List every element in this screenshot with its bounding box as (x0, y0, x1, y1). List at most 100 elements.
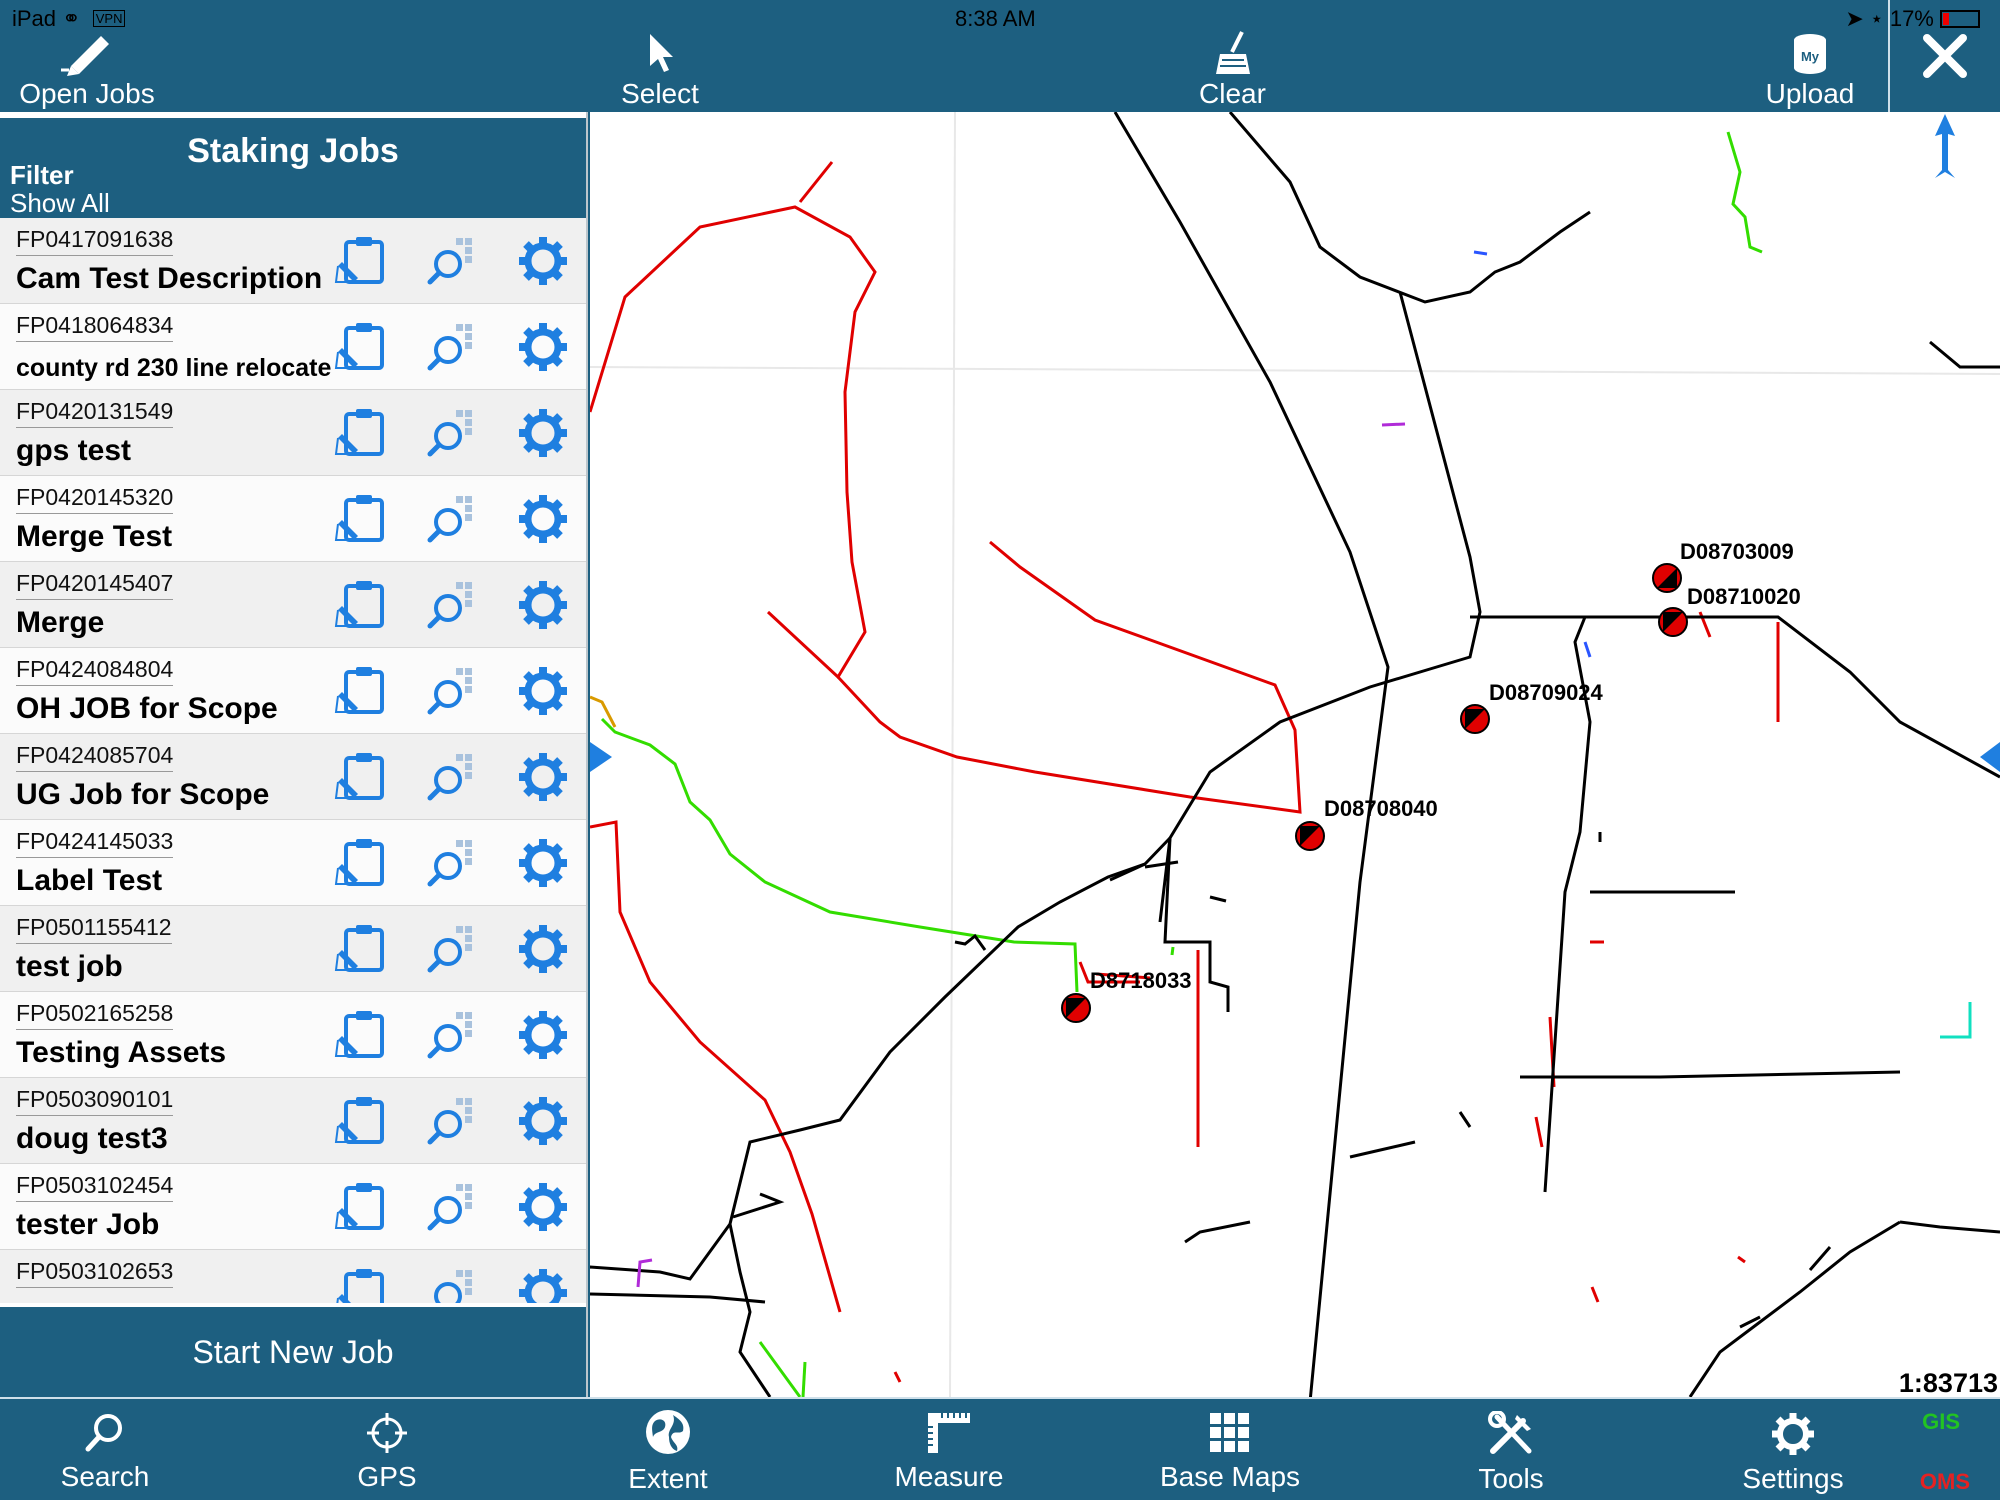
job-settings-icon[interactable] (516, 234, 570, 288)
start-new-job-button[interactable]: Start New Job (0, 1307, 586, 1397)
tools-tab[interactable]: Tools (1411, 1411, 1611, 1495)
zoom-to-job-icon[interactable] (426, 320, 480, 374)
zoom-to-job-icon[interactable] (426, 1180, 480, 1234)
map-view[interactable]: D08703009 D08710020 D08709024 D08708040 … (590, 112, 2000, 1397)
pole-marker[interactable] (1460, 704, 1490, 734)
crosshair-icon (367, 1413, 407, 1453)
staking-jobs-panel: Staking Jobs Filter Show All FP041709163… (0, 112, 588, 1397)
zoom-to-job-icon[interactable] (426, 1094, 480, 1148)
job-settings-icon[interactable] (516, 1008, 570, 1062)
vpn-badge: VPN (92, 10, 126, 27)
edit-job-icon[interactable] (334, 1008, 388, 1062)
edit-job-icon[interactable] (334, 1180, 388, 1234)
zoom-to-job-icon[interactable] (426, 1266, 480, 1303)
edit-job-icon[interactable] (334, 406, 388, 460)
job-row[interactable]: FP0417091638 Cam Test Description (0, 218, 586, 304)
oms-indicator: OMS (1919, 1469, 1970, 1494)
job-settings-icon[interactable] (516, 492, 570, 546)
job-name: UG Job for Scope (16, 778, 270, 811)
job-settings-icon[interactable] (516, 750, 570, 804)
job-settings-icon[interactable] (516, 320, 570, 374)
filter-value[interactable]: Show All (10, 188, 110, 219)
zoom-to-job-icon[interactable] (426, 234, 480, 288)
edit-job-icon[interactable] (334, 578, 388, 632)
clear-button[interactable]: Clear (1175, 30, 1290, 110)
job-settings-icon[interactable] (516, 578, 570, 632)
edit-job-icon[interactable] (334, 234, 388, 288)
pole-label: D8718033 (1090, 968, 1192, 993)
settings-tab[interactable]: Settings (1693, 1411, 1893, 1495)
job-settings-icon[interactable] (516, 406, 570, 460)
cursor-arrow-icon (650, 34, 673, 72)
zoom-to-job-icon[interactable] (426, 1008, 480, 1062)
grid-icon (1210, 1413, 1249, 1452)
zoom-to-job-icon[interactable] (426, 492, 480, 546)
upload-button[interactable]: My Upload (1755, 30, 1865, 110)
top-toolbar: iPad ⚭ VPN 8:38 AM ➤ ⋆ 17% Open Jobs Sel… (0, 0, 2000, 112)
edit-job-icon[interactable] (334, 922, 388, 976)
base-maps-tab[interactable]: Base Maps (1130, 1411, 1330, 1493)
pole-markers[interactable] (1061, 563, 1688, 1023)
edit-job-icon[interactable] (334, 320, 388, 374)
zoom-to-job-icon[interactable] (426, 664, 480, 718)
edit-job-icon[interactable] (334, 1266, 388, 1303)
bluetooth-icon: ⋆ (1869, 6, 1884, 31)
job-settings-icon[interactable] (516, 1180, 570, 1234)
gps-tab[interactable]: GPS (287, 1411, 487, 1493)
zoom-to-job-icon[interactable] (426, 578, 480, 632)
job-id: FP0420145407 (16, 570, 174, 600)
job-row[interactable]: FP0502165258 Testing Assets (0, 992, 586, 1078)
close-button[interactable] (1888, 0, 2000, 112)
job-id: FP0503102653 (16, 1258, 174, 1288)
job-settings-icon[interactable] (516, 922, 570, 976)
pole-marker[interactable] (1295, 821, 1325, 851)
clear-label: Clear (1199, 78, 1266, 109)
gps-label: GPS (357, 1461, 417, 1492)
open-jobs-button[interactable]: Open Jobs (12, 30, 162, 110)
job-settings-icon[interactable] (516, 1266, 570, 1303)
pole-marker[interactable] (1658, 607, 1688, 637)
pole-marker[interactable] (1652, 563, 1682, 593)
status-time: 8:38 AM (955, 6, 1036, 31)
zoom-to-job-icon[interactable] (426, 750, 480, 804)
collapse-left-icon[interactable] (590, 742, 612, 772)
globe-icon (646, 1410, 690, 1454)
job-row[interactable]: FP0503102653 (0, 1250, 586, 1303)
device-label: iPad (12, 6, 57, 31)
job-row[interactable]: FP0420145320 Merge Test (0, 476, 586, 562)
job-row[interactable]: FP0424145033 Label Test (0, 820, 586, 906)
select-button[interactable]: Select (600, 30, 720, 110)
zoom-to-job-icon[interactable] (426, 922, 480, 976)
edit-job-icon[interactable] (334, 664, 388, 718)
job-settings-icon[interactable] (516, 1094, 570, 1148)
map-canvas[interactable]: D08703009 D08710020 D08709024 D08708040 … (590, 112, 2000, 1397)
pole-marker[interactable] (1061, 993, 1091, 1023)
edit-job-icon[interactable] (334, 836, 388, 890)
pole-label: D08710020 (1687, 584, 1801, 609)
job-row[interactable]: FP0420145407 Merge (0, 562, 586, 648)
measure-tab[interactable]: Measure (849, 1411, 1049, 1493)
search-tab[interactable]: Search (5, 1411, 205, 1493)
gis-indicator: GIS (1922, 1409, 1960, 1434)
edit-job-icon[interactable] (334, 1094, 388, 1148)
panel-header: Staking Jobs Filter Show All (0, 118, 586, 218)
job-row[interactable]: FP0420131549 gps test (0, 390, 586, 476)
job-row[interactable]: FP0418064834 county rd 230 line relocate (0, 304, 586, 390)
job-name: test job (16, 950, 123, 983)
edit-job-icon[interactable] (334, 750, 388, 804)
job-id: FP0503102454 (16, 1172, 174, 1202)
job-row[interactable]: FP0503090101 doug test3 (0, 1078, 586, 1164)
job-settings-icon[interactable] (516, 836, 570, 890)
job-row[interactable]: FP0503102454 tester Job (0, 1164, 586, 1250)
job-list[interactable]: FP0417091638 Cam Test Description FP041806… (0, 218, 586, 1303)
job-id: FP0420145320 (16, 484, 174, 514)
job-row[interactable]: FP0424084804 OH JOB for Scope (0, 648, 586, 734)
zoom-to-job-icon[interactable] (426, 406, 480, 460)
pencil-icon (61, 36, 109, 76)
job-settings-icon[interactable] (516, 664, 570, 718)
zoom-to-job-icon[interactable] (426, 836, 480, 890)
edit-job-icon[interactable] (334, 492, 388, 546)
job-row[interactable]: FP0424085704 UG Job for Scope (0, 734, 586, 820)
extent-tab[interactable]: Extent (568, 1407, 768, 1495)
job-row[interactable]: FP0501155412 test job (0, 906, 586, 992)
